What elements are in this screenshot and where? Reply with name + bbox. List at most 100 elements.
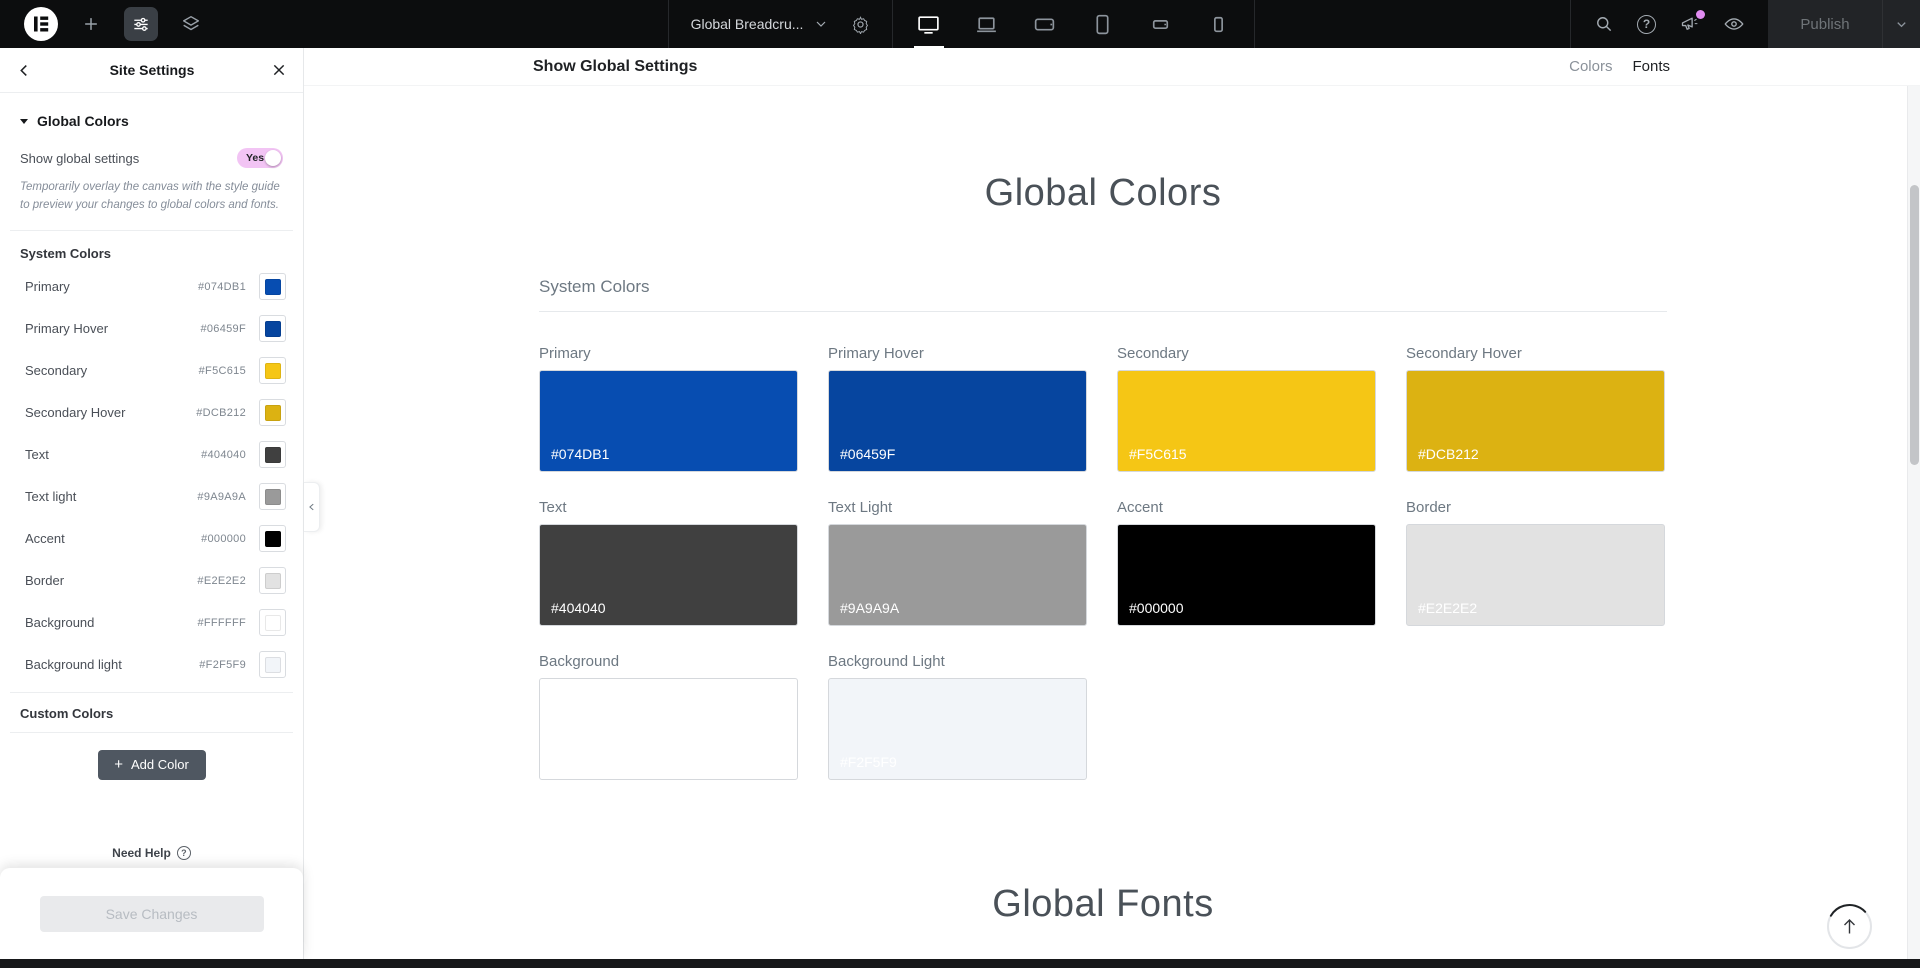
color-hex: #000000 <box>201 533 246 545</box>
help-button[interactable]: ? <box>1637 15 1656 34</box>
color-row: Primary Hover #06459F <box>0 308 303 350</box>
publish-button[interactable]: Publish <box>1768 0 1882 48</box>
color-hex: #DCB212 <box>196 407 246 419</box>
site-settings-button[interactable] <box>124 7 158 41</box>
toggle-description: Temporarily overlay the canvas with the … <box>20 179 283 215</box>
save-changes-button[interactable]: Save Changes <box>40 896 264 932</box>
divider <box>10 230 293 231</box>
responsive-mode-switcher <box>893 0 1255 48</box>
swatch-color <box>265 447 281 463</box>
swatch-card-hex: #FFFFFF <box>551 754 610 770</box>
style-guide-content: Global Colors System Colors Primary #074… <box>539 172 1667 926</box>
colors-link[interactable]: Colors <box>1569 58 1612 75</box>
swatch-card-hex: #F5C615 <box>1129 446 1187 462</box>
tablet-landscape-icon <box>1032 12 1057 37</box>
section-divider <box>539 311 1667 312</box>
show-global-settings-toggle[interactable]: Yes <box>237 148 283 168</box>
color-picker-swatch[interactable] <box>259 567 286 594</box>
scroll-to-top-button[interactable] <box>1826 903 1873 950</box>
swatch-card: Accent #000000 <box>1117 499 1376 626</box>
back-button[interactable] <box>16 62 33 79</box>
swatch-color <box>265 531 281 547</box>
device-desktop-button[interactable] <box>916 0 941 48</box>
topbar-utility-icons: ? <box>1570 0 1768 48</box>
color-hex: #074DB1 <box>198 281 246 293</box>
swatch-card-hex: #06459F <box>840 446 895 462</box>
eye-icon <box>1723 13 1745 35</box>
swatch-color <box>265 657 281 673</box>
preview-button[interactable] <box>1723 13 1745 35</box>
device-tablet-portrait-button[interactable] <box>1090 0 1115 48</box>
device-mobile-landscape-button[interactable] <box>1148 0 1173 48</box>
device-mobile-portrait-button[interactable] <box>1206 0 1231 48</box>
color-label: Primary Hover <box>25 321 200 336</box>
accordion-label: Global Colors <box>37 113 129 129</box>
toggle-label: Show global settings <box>20 151 139 166</box>
finder-search-button[interactable] <box>1594 14 1614 34</box>
swatch-card: Primary Hover #06459F <box>828 345 1087 472</box>
chevron-left-icon <box>307 502 317 512</box>
color-label: Secondary Hover <box>25 405 196 420</box>
document-switcher[interactable]: Global Breadcru... <box>668 0 893 48</box>
swatch-card-hex: #404040 <box>551 600 606 616</box>
custom-colors-heading: Custom Colors <box>20 706 303 721</box>
elementor-logo[interactable] <box>24 7 58 41</box>
swatch-color <box>265 489 281 505</box>
collapse-panel-handle[interactable] <box>304 482 320 532</box>
color-picker-swatch[interactable] <box>259 399 286 426</box>
color-row: Text #404040 <box>0 434 303 476</box>
topbar-left-tools <box>24 0 208 48</box>
device-tablet-landscape-button[interactable] <box>1032 0 1057 48</box>
color-hex: #E2E2E2 <box>197 575 246 587</box>
global-colors-title: Global Colors <box>539 172 1667 215</box>
swatch-card-color: #F2F5F9 <box>828 678 1087 780</box>
need-help-link[interactable]: Need Help ? <box>0 846 303 860</box>
color-row: Accent #000000 <box>0 518 303 560</box>
color-hex: #F2F5F9 <box>199 659 246 671</box>
toggle-knob <box>265 150 281 166</box>
question-circle-icon: ? <box>177 846 191 860</box>
scrollbar-thumb[interactable] <box>1910 185 1919 465</box>
toggle-value: Yes <box>246 152 264 164</box>
color-picker-swatch[interactable] <box>259 609 286 636</box>
swatch-card-label: Secondary Hover <box>1406 345 1665 362</box>
device-laptop-button[interactable] <box>974 0 999 48</box>
close-panel-button[interactable] <box>271 62 287 78</box>
system-colors-heading: System Colors <box>20 246 303 261</box>
color-picker-swatch[interactable] <box>259 315 286 342</box>
swatch-card-color: #074DB1 <box>539 370 798 472</box>
swatch-card: Text #404040 <box>539 499 798 626</box>
color-row: Secondary Hover #DCB212 <box>0 392 303 434</box>
color-label: Background <box>25 615 197 630</box>
swatch-color <box>265 363 281 379</box>
editor-canvas: Show Global Settings Colors Fonts Global… <box>304 48 1920 968</box>
add-color-button[interactable]: + Add Color <box>98 750 206 780</box>
swatch-card-label: Secondary <box>1117 345 1376 362</box>
swatch-color <box>265 615 281 631</box>
document-settings-button[interactable] <box>851 15 870 34</box>
mobile-portrait-icon <box>1206 12 1231 37</box>
color-label: Secondary <box>25 363 199 378</box>
swatch-card-label: Primary <box>539 345 798 362</box>
color-picker-swatch[interactable] <box>259 651 286 678</box>
gear-icon <box>851 15 870 34</box>
swatch-card-color: #9A9A9A <box>828 524 1087 626</box>
whats-new-button[interactable] <box>1679 14 1700 35</box>
window-bottom-edge <box>0 959 1920 968</box>
color-picker-swatch[interactable] <box>259 441 286 468</box>
color-picker-swatch[interactable] <box>259 357 286 384</box>
sliders-icon <box>131 14 151 34</box>
color-picker-swatch[interactable] <box>259 273 286 300</box>
layers-icon <box>180 13 202 35</box>
global-colors-accordion[interactable]: Global Colors <box>0 93 303 129</box>
color-row: Secondary #F5C615 <box>0 350 303 392</box>
color-picker-swatch[interactable] <box>259 525 286 552</box>
structure-button[interactable] <box>174 7 208 41</box>
publish-options-button[interactable] <box>1882 0 1920 48</box>
color-picker-swatch[interactable] <box>259 483 286 510</box>
swatch-color <box>265 321 281 337</box>
divider <box>10 692 293 693</box>
fonts-link[interactable]: Fonts <box>1632 58 1670 75</box>
editor-top-bar: Global Breadcru... <box>0 0 1920 48</box>
add-element-button[interactable] <box>74 7 108 41</box>
